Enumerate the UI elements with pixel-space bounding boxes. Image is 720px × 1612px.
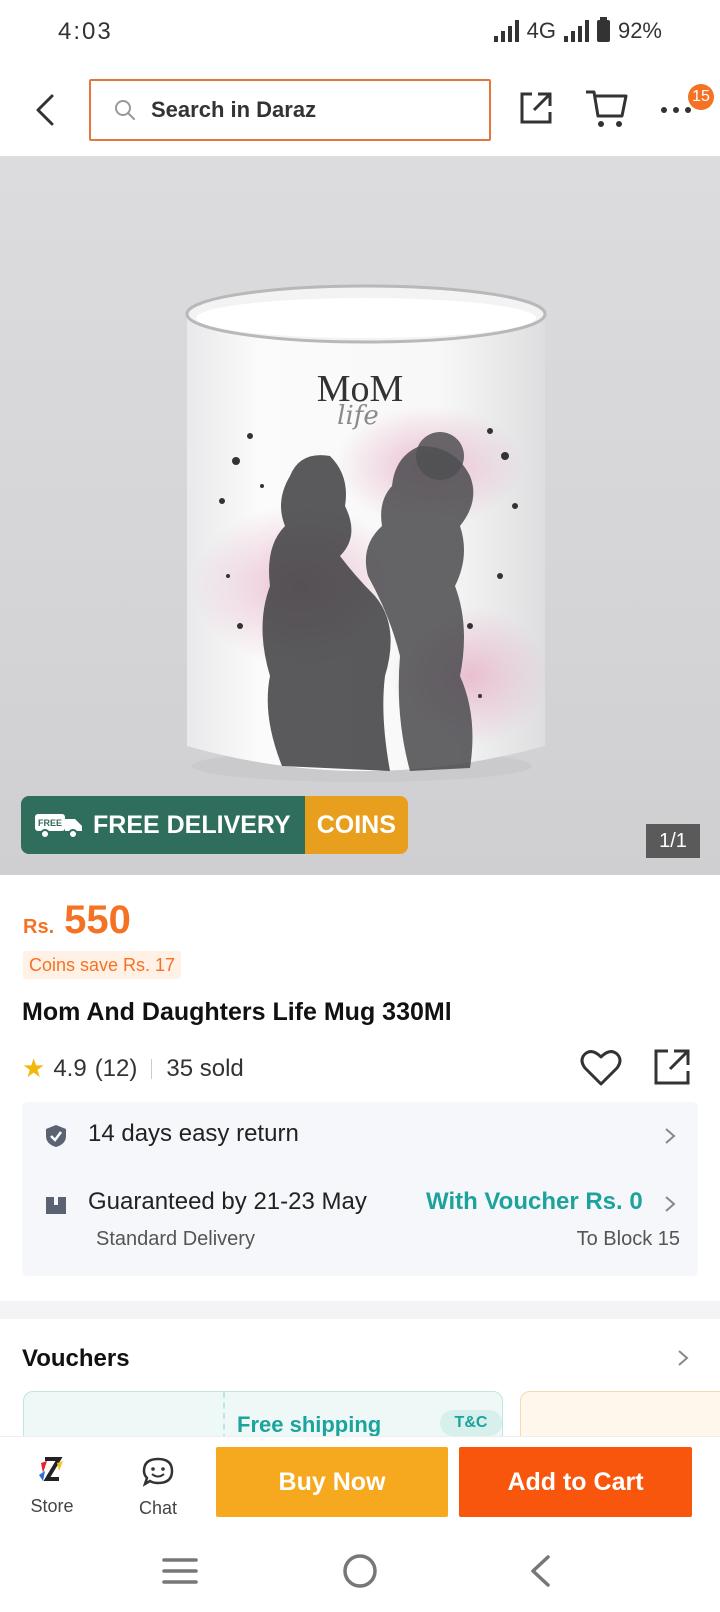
add-to-cart-button[interactable]: Add to Cart [459,1447,692,1517]
status-time: 4:03 [58,18,113,45]
network-type: 4G [526,18,556,43]
star-icon: ★ [22,1053,46,1083]
chat-icon [142,1457,174,1487]
return-row[interactable]: 14 days easy return [22,1118,698,1154]
free-tag-text: FREE [38,818,62,828]
signal-icon-2 [563,20,589,42]
delivery-truck-icon: FREE [35,814,82,839]
image-counter: 1/1 [646,824,700,858]
product-title: Mom And Daughters Life Mug 330Ml [22,998,452,1026]
menu-badge: 15 [688,84,714,110]
delivery-row[interactable]: Guaranteed by 21-23 May With Voucher Rs.… [22,1186,698,1222]
sold-count: 35 sold [166,1054,244,1082]
chat-button[interactable]: Chat [124,1457,192,1519]
review-count: (12) [94,1054,138,1082]
search-input[interactable]: Search in Daraz [89,79,491,141]
status-indicators: 4G 92% [493,17,662,44]
home-icon[interactable] [342,1553,378,1589]
cart-icon[interactable] [584,86,630,130]
nav-back-icon[interactable] [528,1554,554,1588]
store-logo-icon [39,1457,63,1481]
search-icon [115,100,135,120]
free-delivery-tag: FREE FREE DELIVERY [21,796,305,854]
coins-tag: COINS [304,796,408,854]
share-product-icon[interactable] [652,1047,692,1087]
store-label: Store [30,1496,74,1516]
voucher-link[interactable]: With Voucher Rs. 0 [426,1188,643,1216]
store-button[interactable]: Store [18,1457,86,1517]
recent-apps-icon[interactable] [162,1556,198,1586]
delivery-type: Standard Delivery [96,1228,255,1250]
chevron-right-icon [665,1196,676,1212]
rating-row[interactable]: ★ 4.9 (12) 35 sold [22,1053,244,1084]
top-header: Search in Daraz 15 [0,66,720,156]
signal-icon [493,20,519,42]
battery-icon [596,17,610,42]
system-nav-bar [0,1532,720,1612]
heart-icon[interactable] [580,1048,622,1088]
return-label: 14 days easy return [88,1120,299,1147]
action-bar: Store Chat Buy Now Add to Cart [0,1436,720,1532]
product-gallery[interactable]: MoM life FREE FREE DELIVERY COINS 1/1 [0,156,720,875]
mug-script: life [337,401,379,431]
voucher-title: Free shipping [237,1412,382,1437]
promo-banner: FREE FREE DELIVERY COINS [21,796,408,854]
delivery-label: Guaranteed by 21-23 May [88,1188,367,1215]
chat-label: Chat [138,1498,178,1518]
price-currency: Rs. [23,916,55,938]
shield-check-icon [46,1125,66,1147]
search-placeholder: Search in Daraz [151,97,317,122]
price: Rs. 550 [23,898,131,943]
divider [151,1058,153,1079]
product-image: MoM life [185,284,550,782]
buy-now-button[interactable]: Buy Now [216,1447,448,1517]
vouchers-chevron-icon[interactable] [676,1348,690,1368]
package-icon [46,1197,66,1214]
vouchers-heading: Vouchers [22,1345,130,1372]
free-delivery-label: FREE DELIVERY [93,810,291,839]
share-icon[interactable] [516,88,556,128]
chevron-right-icon [665,1128,676,1144]
coins-save-badge: Coins save Rs. 17 [23,951,182,979]
price-value: 550 [64,898,131,942]
battery-level: 92% [617,18,662,43]
status-bar: 4:03 4G 92% [0,0,720,66]
rating-value: 4.9 [53,1054,87,1082]
voucher-tc[interactable]: T&C [440,1410,502,1436]
section-divider [0,1301,720,1319]
back-icon[interactable] [26,88,70,132]
service-info: 14 days easy return Guaranteed by 21-23 … [22,1102,698,1276]
delivery-location: To Block 15 [576,1228,680,1250]
